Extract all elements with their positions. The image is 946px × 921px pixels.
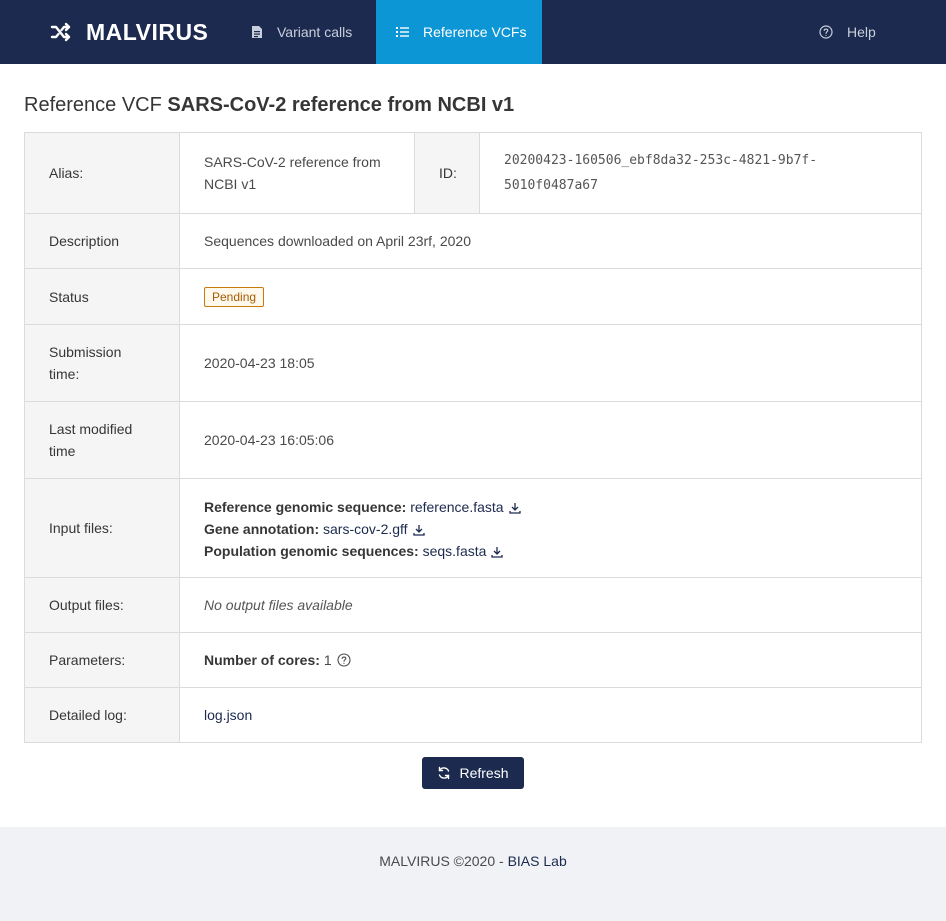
alias-label: Alias: [25,133,180,213]
nav-reference-vcfs-label: Reference VCFs [423,24,527,40]
row-status: Status Pending [25,269,921,325]
row-detailed-log: Detailed log: log.json [25,688,921,742]
row-last-modified: Last modified time 2020-04-23 16:05:06 [25,402,921,479]
status-label: Status [25,269,180,324]
row-input-files: Input files: Reference genomic sequence:… [25,479,921,578]
input-file-line: Gene annotation: sars-cov-2.gff [204,518,521,540]
submission-label: Submission time: [25,325,180,401]
input-label: Input files: [25,479,180,577]
row-parameters: Parameters: Number of cores: 1 [25,633,921,688]
status-cell: Pending [180,269,921,324]
input-file-line: Population genomic sequences: seqs.fasta [204,540,521,562]
nav-variant-calls[interactable]: Variant calls [251,0,352,64]
input-files-cell: Reference genomic sequence: reference.fa… [180,479,921,577]
brand-name: MALVIRUS [86,18,209,45]
shuffle-icon [50,22,71,42]
refresh-icon [439,766,450,780]
footer-link[interactable]: BIAS Lab [508,853,567,869]
description-label: Description [25,214,180,268]
alias-value: SARS-CoV-2 reference from NCBI v1 [180,133,415,213]
input-file-label: Gene annotation: [204,521,320,537]
log-cell: log.json [180,688,921,742]
status-badge: Pending [204,286,265,307]
row-alias-id: Alias: SARS-CoV-2 reference from NCBI v1… [25,133,921,214]
brand-logo[interactable]: MALVIRUS [50,0,208,64]
output-label: Output files: [25,578,180,632]
input-file-link[interactable]: sars-cov-2.gff [323,521,408,537]
log-link[interactable]: log.json [204,704,252,726]
footer-text: MALVIRUS ©2020 - BIAS Lab [0,853,946,869]
parameters-label: Parameters: [25,633,180,687]
input-files-list: Reference genomic sequence: reference.fa… [204,494,521,562]
footer-copyright: MALVIRUS ©2020 - [379,853,504,869]
nav-variant-calls-label: Variant calls [277,24,353,40]
input-file-line: Reference genomic sequence: reference.fa… [204,496,521,518]
input-file-label: Population genomic sequences: [204,543,419,559]
download-icon[interactable] [508,502,521,514]
file-icon [252,26,262,38]
list-icon [396,27,409,37]
row-output-files: Output files: No output files available [25,578,921,633]
download-icon[interactable] [491,546,504,558]
row-description: Description Sequences downloaded on Apri… [25,214,921,269]
question-circle-icon[interactable] [337,653,351,667]
cores-value: 1 [323,652,332,668]
modified-value: 2020-04-23 16:05:06 [204,432,334,448]
parameters-cell: Number of cores: 1 [180,633,921,687]
question-circle-icon [819,25,833,39]
footer: MALVIRUS ©2020 - BIAS Lab [0,827,946,921]
input-file-link[interactable]: seqs.fasta [423,543,487,559]
id-label: ID: [415,133,480,213]
nav-help[interactable]: Help [819,0,876,64]
output-value: No output files available [204,597,353,613]
cores-label: Number of cores: [204,652,320,668]
nav-reference-vcfs[interactable]: Reference VCFs [376,0,542,64]
modified-label: Last modified time [25,402,180,478]
input-file-link[interactable]: reference.fasta [410,499,503,515]
id-value: 20200423-160506_ebf8da32-253c-4821-9b7f-… [504,153,818,193]
page-title-name: SARS-CoV-2 reference from NCBI v1 [167,94,515,116]
submission-value: 2020-04-23 18:05 [204,355,315,371]
details-table: Alias: SARS-CoV-2 reference from NCBI v1… [24,132,922,743]
page-title: Reference VCF SARS-CoV-2 reference from … [24,94,514,117]
row-submission-time: Submission time: 2020-04-23 18:05 [25,325,921,402]
input-file-label: Reference genomic sequence: [204,499,407,515]
log-label: Detailed log: [25,688,180,742]
top-navbar: MALVIRUS Variant calls Reference VCFs He… [0,0,946,64]
page-title-lead: Reference VCF [24,94,162,116]
refresh-label: Refresh [459,765,509,781]
nav-help-label: Help [847,24,876,40]
download-icon[interactable] [412,524,425,536]
refresh-button[interactable]: Refresh [422,757,524,789]
description-value: Sequences downloaded on April 23rf, 2020 [204,233,471,249]
